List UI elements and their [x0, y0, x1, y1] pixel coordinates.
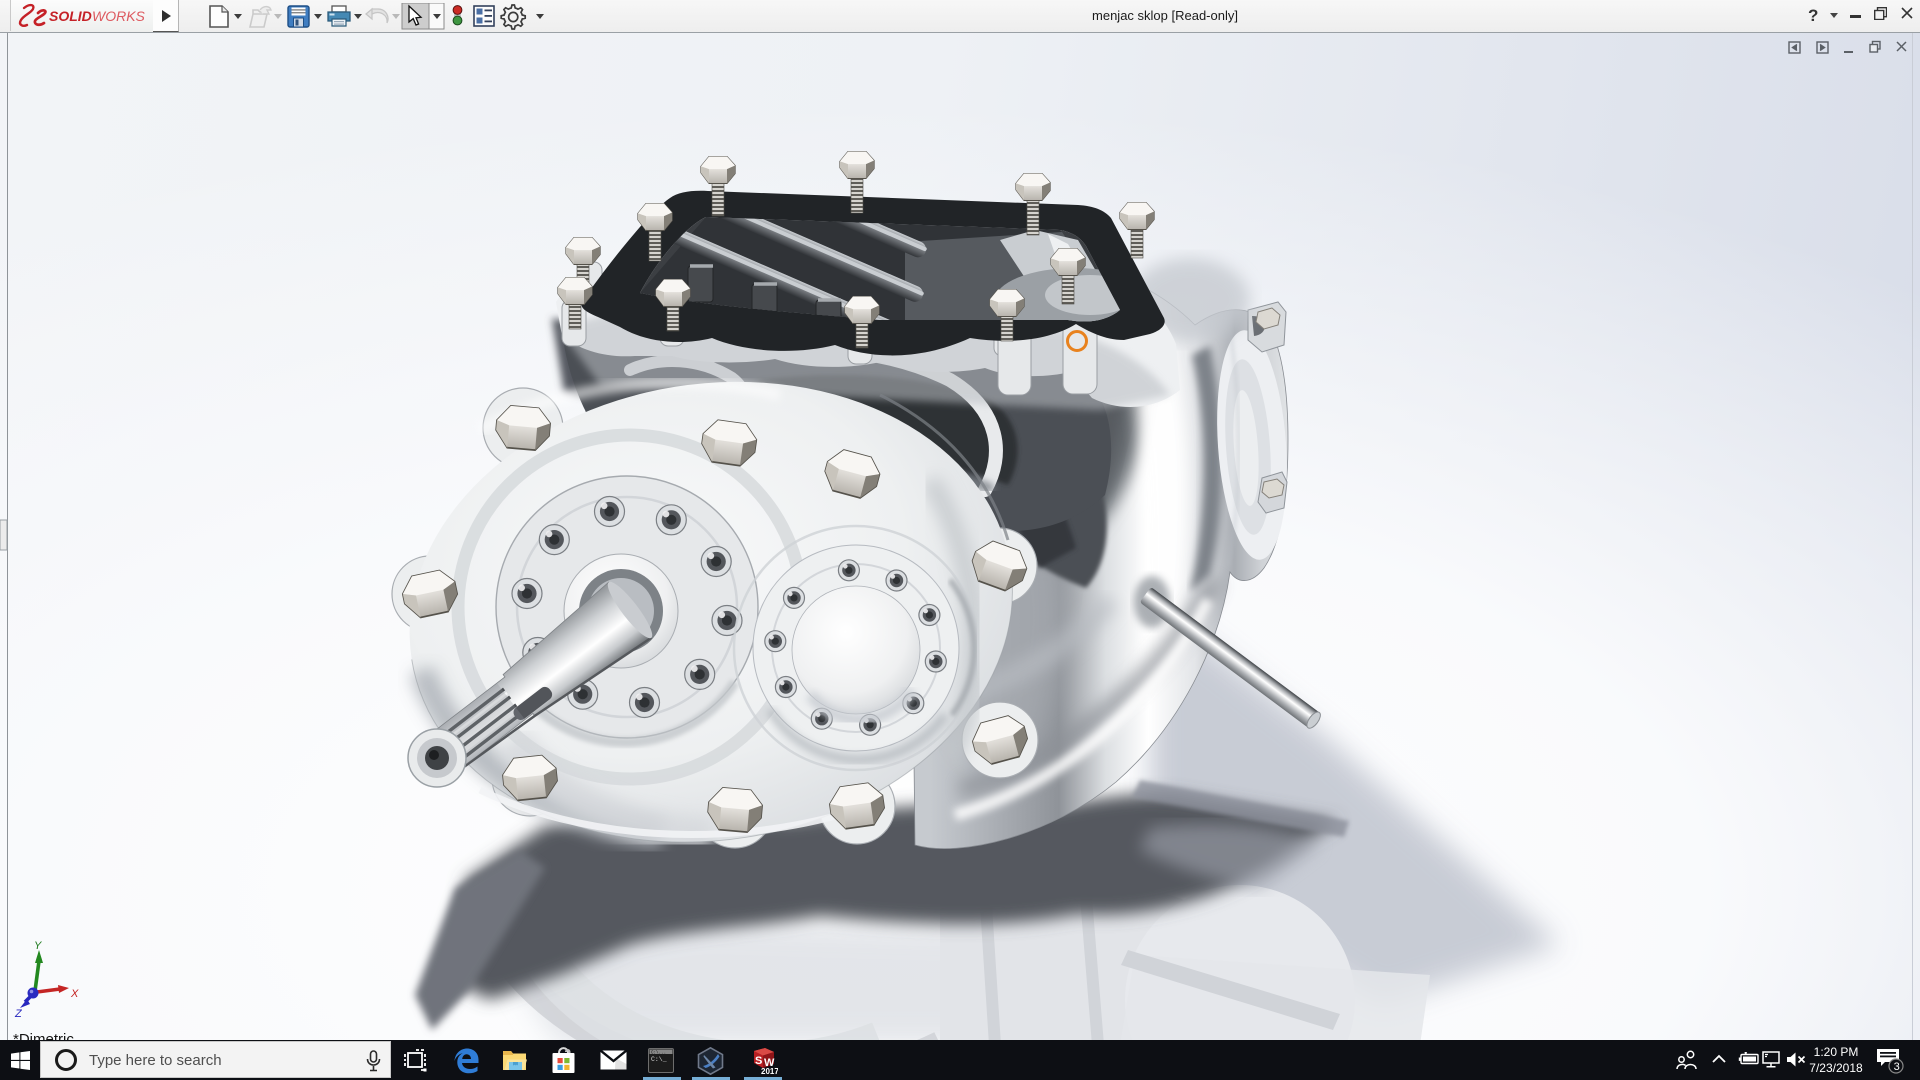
- svg-text:3: 3: [1894, 1061, 1900, 1073]
- svg-text:SOLID: SOLID: [49, 8, 92, 24]
- svg-text:Z: Z: [14, 1008, 23, 1020]
- svg-text:Y: Y: [34, 940, 42, 952]
- svg-text:X: X: [70, 988, 79, 1000]
- svg-text:WORKS: WORKS: [92, 8, 146, 24]
